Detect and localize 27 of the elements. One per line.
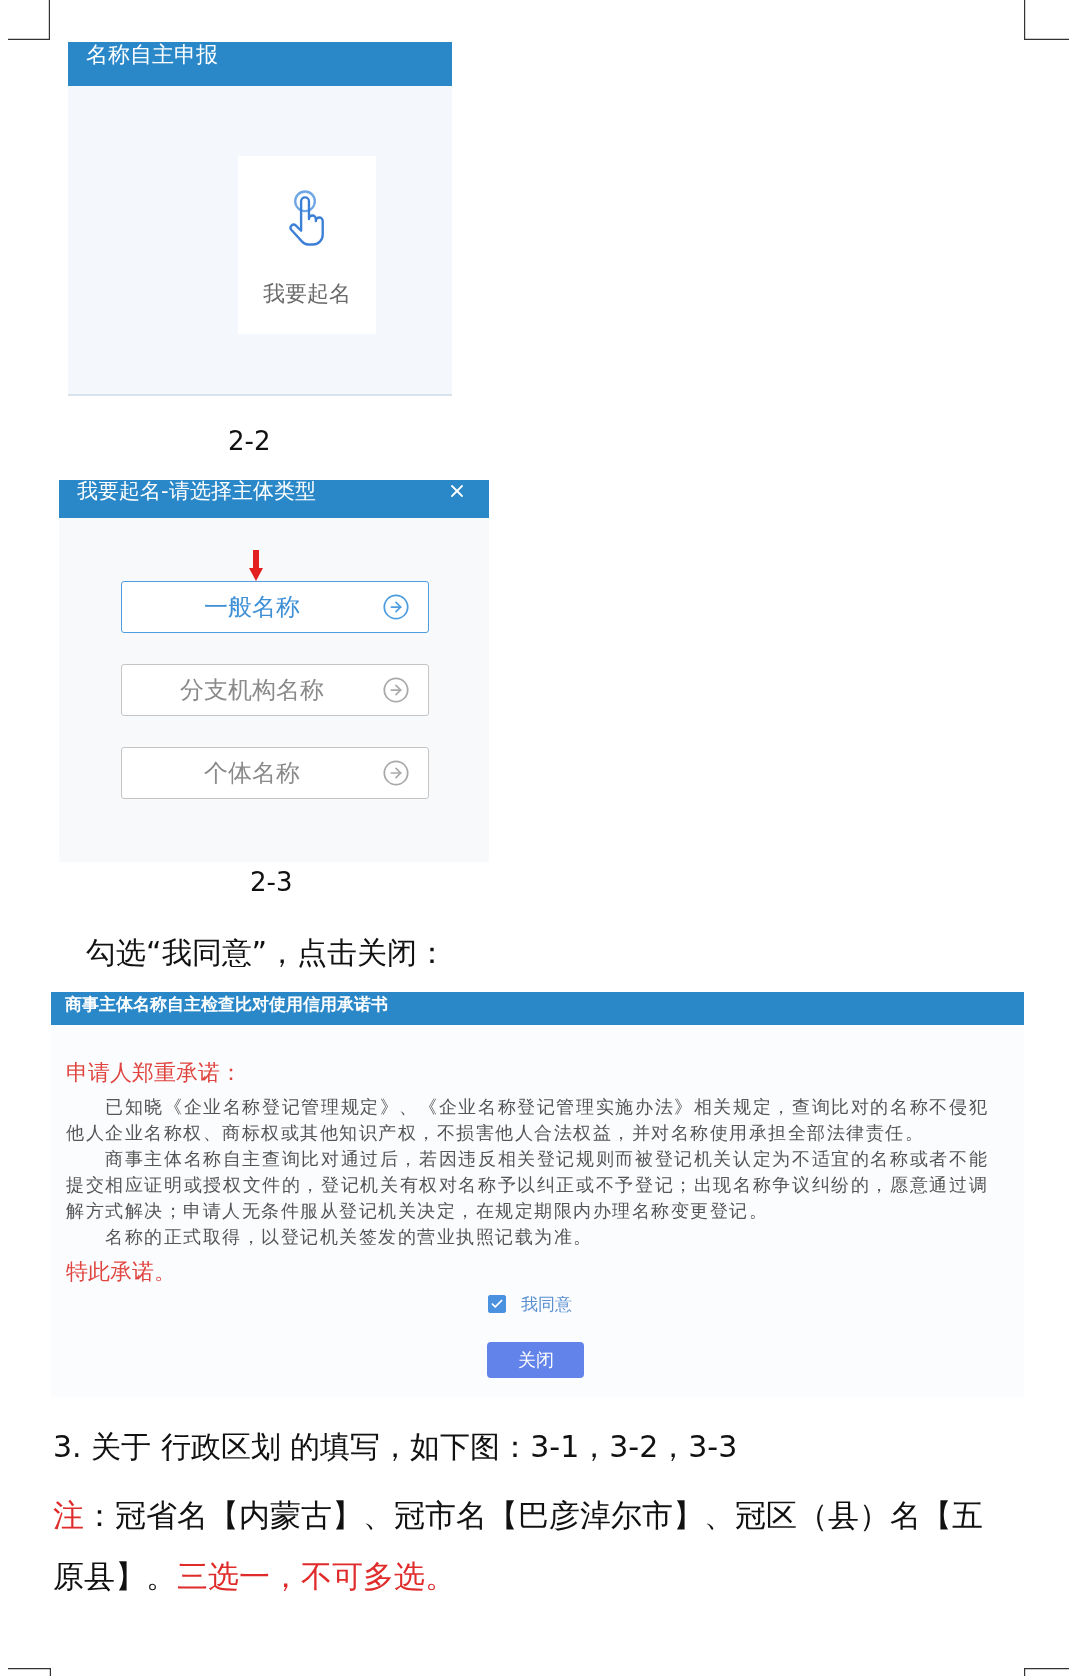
- panel-title: 名称自主申报: [86, 42, 218, 68]
- pledge-closing: 特此承诺。: [66, 1258, 176, 1286]
- close-button[interactable]: 关闭: [487, 1342, 584, 1378]
- checkbox-label[interactable]: 我同意: [521, 1293, 572, 1315]
- corner-mark-icon: [1024, 0, 1069, 40]
- instruction-text: 勾选“我同意”，点击关闭：: [86, 934, 448, 972]
- start-naming-button[interactable]: 我要起名: [238, 156, 376, 334]
- entity-type-option[interactable]: 一般名称: [121, 581, 429, 633]
- dialog-title: 商事主体名称自主检查比对使用信用承诺书: [65, 993, 388, 1016]
- note-paragraph: 注：冠省名【内蒙古】、冠市名【巴彦淖尔市】、冠区（县）名【五原县】。三选一，不可多选。: [53, 1496, 984, 1596]
- pledge-paragraph: 商事主体名称自主查询比对通过后，若因违反相关登记规则而被登记机关认定为不适宜的名称或者不能提交相应证明或授权文件的，登记机关有权对名称予以纠正或不予登记；出现名称争议纠纷的，愿意通过调解方式解决；申请人无条件服从登记机关决定，在规定期限内办理名称变更登记。: [66, 1147, 988, 1223]
- pledge-heading: 申请人郑重承诺：: [66, 1059, 242, 1087]
- checkbox[interactable]: [488, 1295, 506, 1313]
- pledge-paragraph: 名称的正式取得，以登记机关签发的营业执照记载为准。: [104, 1225, 594, 1249]
- corner-mark-icon: [8, 0, 50, 40]
- figure-caption: 2-3: [250, 867, 293, 897]
- check-icon: [490, 1297, 504, 1311]
- corner-mark-icon: [8, 1668, 51, 1676]
- figure-caption: 2-2: [228, 426, 271, 456]
- down-arrow-icon: [249, 550, 263, 581]
- tap-hand-icon: [288, 190, 326, 246]
- dialog-title: 我要起名-请选择主体类型: [77, 480, 316, 502]
- step-heading: 3. 关于 行政区划 的填写，如下图：3-1，3-2，3-3: [53, 1428, 738, 1466]
- corner-mark-icon: [1024, 1668, 1069, 1676]
- pledge-paragraph: 已知晓《企业名称登记管理规定》、《企业名称登记管理实施办法》相关规定，查询比对的名称不侵犯他人企业名称权、商标权或其他知识产权，不损害他人合法权益，并对名称使用承担全部法律责任。: [66, 1095, 988, 1145]
- entity-type-option[interactable]: 分支机构名称: [121, 664, 429, 716]
- entity-type-option[interactable]: 个体名称: [121, 747, 429, 799]
